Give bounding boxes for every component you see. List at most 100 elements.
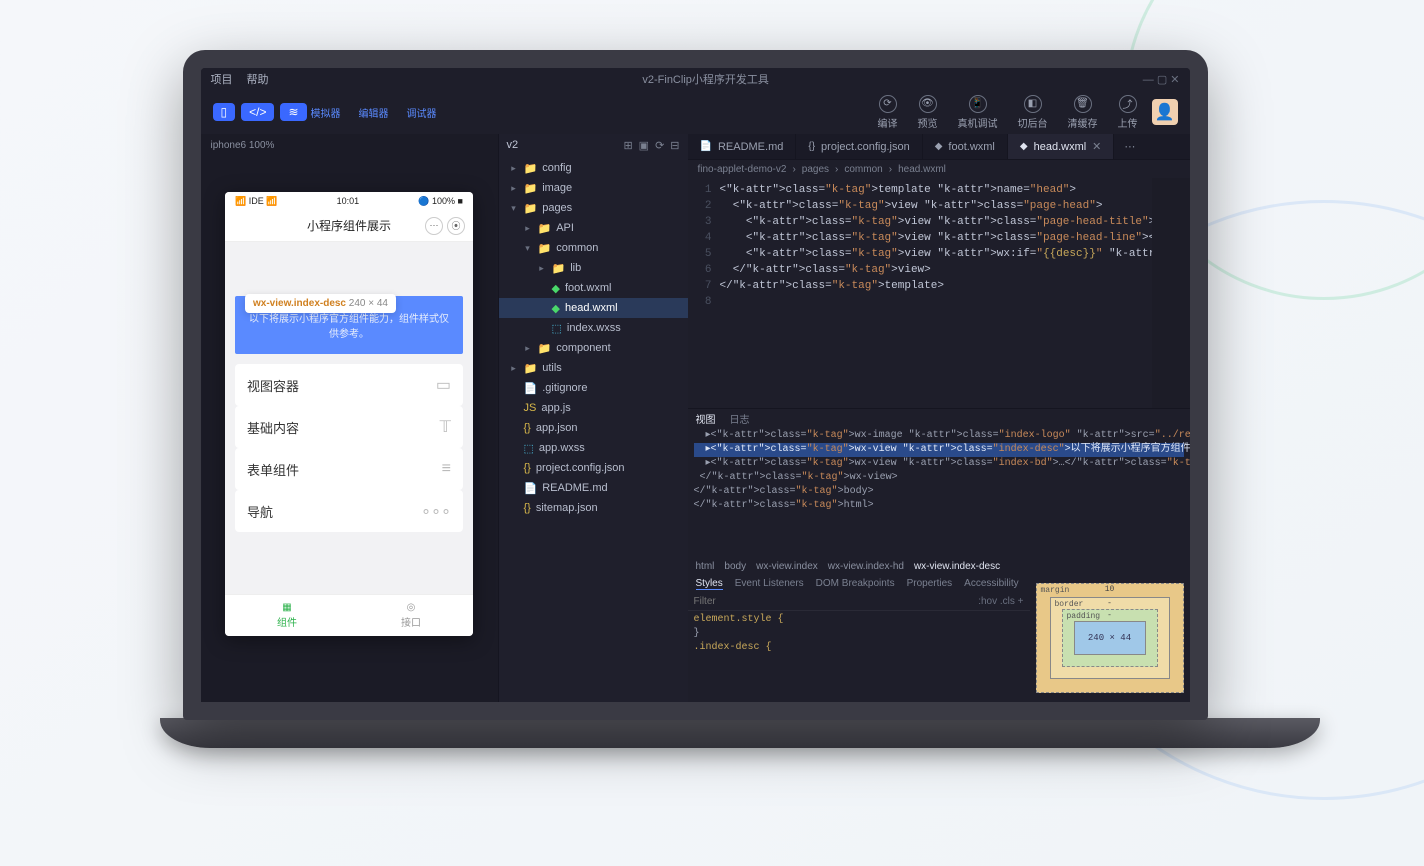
tree-node[interactable]: ▸📁config <box>499 158 688 178</box>
breadcrumb-segment[interactable]: pages <box>802 164 829 175</box>
laptop-screen: 项目 帮助 v2-FinClip小程序开发工具 — ▢ ✕ ▯ </> ≋ 模拟… <box>183 50 1208 720</box>
element-node[interactable]: </"k-attr">class="k-tag">body> <box>694 485 1184 499</box>
laptop-frame: 项目 帮助 v2-FinClip小程序开发工具 — ▢ ✕ ▯ </> ≋ 模拟… <box>160 50 1230 790</box>
code-editor[interactable]: 12345678 <"k-attr">class="k-tag">templat… <box>688 178 1190 408</box>
editor-area: 📄README.md{}project.config.json◆foot.wxm… <box>688 134 1190 702</box>
devtools: 视图 日志 ▸<"k-attr">class="k-tag">wx-image … <box>688 408 1190 702</box>
tree-node[interactable]: {}app.json <box>499 418 688 438</box>
box-model-content: 240 × 44 <box>1074 621 1146 655</box>
devtools-tab-log[interactable]: 日志 <box>730 411 750 426</box>
phone-list-item[interactable]: 视图容器▭ <box>235 364 463 406</box>
window-controls[interactable]: — ▢ ✕ <box>1143 73 1180 86</box>
pill-simulator[interactable]: ▯ <box>213 103 236 121</box>
crumb-segment[interactable]: body <box>724 561 746 572</box>
breadcrumb-segment[interactable]: head.wxml <box>898 164 946 175</box>
action-preview[interactable]: 👁预览 <box>918 95 938 130</box>
tree-node[interactable]: ▸📁lib <box>499 258 688 278</box>
menu-help[interactable]: 帮助 <box>247 71 269 87</box>
add-rule-icon[interactable]: + <box>1018 596 1024 607</box>
tree-node[interactable]: JSapp.js <box>499 398 688 418</box>
menubar: 项目 帮助 v2-FinClip小程序开发工具 — ▢ ✕ <box>201 68 1190 90</box>
cls-toggle[interactable]: .cls <box>1000 596 1015 607</box>
tree-node[interactable]: ▸📁utils <box>499 358 688 378</box>
box-model: margin10 border- padding- 240 × 44 <box>1030 575 1190 702</box>
pill-editor[interactable]: </> <box>241 103 274 121</box>
label-debugger: 调试器 <box>407 105 437 120</box>
tree-node[interactable]: ⬚index.wxss <box>499 318 688 338</box>
devtools-tab-elements[interactable]: 视图 <box>696 411 716 426</box>
phone-tab-components[interactable]: ▦组件 <box>225 595 349 636</box>
styles-subtab[interactable]: Accessibility <box>964 578 1018 589</box>
tabs-overflow-icon[interactable]: ⋯ <box>1114 134 1145 159</box>
pill-debugger[interactable]: ≋ <box>280 103 306 121</box>
phone-list-item[interactable]: 导航∘∘∘ <box>235 490 463 532</box>
elements-breadcrumb[interactable]: html body wx-view.index wx-view.index-hd wx-… <box>688 559 1190 575</box>
styles-subtab[interactable]: Styles <box>696 578 723 590</box>
element-node[interactable]: </"k-attr">class="k-tag">wx-view> <box>694 471 1184 485</box>
styles-panel: Styles Event Listeners DOM Breakpoints Prop… <box>688 575 1030 702</box>
phone-preview: 📶 IDE 📶 10:01 🔵 100% ■ 小程序组件展示 ⋯ ⦿ <box>225 192 473 636</box>
action-upload[interactable]: ⤴上传 <box>1118 95 1138 130</box>
element-node[interactable]: ▸<"k-attr">class="k-tag">wx-view "k-attr… <box>694 457 1184 471</box>
phone-menu-icon[interactable]: ⋯ <box>425 217 443 235</box>
crumb-segment[interactable]: wx-view.index-desc <box>914 561 1000 572</box>
crumb-segment[interactable]: wx-view.index <box>756 561 818 572</box>
breadcrumb: fino-applet-demo-v2›pages›common›head.wx… <box>688 160 1190 178</box>
new-file-icon[interactable]: ⊞ <box>623 139 632 152</box>
editor-tab[interactable]: ◆head.wxml✕ <box>1008 134 1115 159</box>
phone-navbar: 小程序组件展示 ⋯ ⦿ <box>225 210 473 242</box>
window-title: v2-FinClip小程序开发工具 <box>283 71 1129 87</box>
hov-toggle[interactable]: :hov <box>978 596 997 607</box>
ide-window: 项目 帮助 v2-FinClip小程序开发工具 — ▢ ✕ ▯ </> ≋ 模拟… <box>201 68 1190 702</box>
action-bg[interactable]: ◧切后台 <box>1018 95 1048 130</box>
styles-subtab[interactable]: DOM Breakpoints <box>816 578 895 589</box>
element-node[interactable]: </"k-attr">class="k-tag">html> <box>694 499 1184 513</box>
crumb-segment[interactable]: wx-view.index-hd <box>828 561 904 572</box>
tree-node[interactable]: ▸📁image <box>499 178 688 198</box>
tree-node[interactable]: ▸📁component <box>499 338 688 358</box>
tree-node[interactable]: ▾📁common <box>499 238 688 258</box>
collapse-icon[interactable]: ⊟ <box>670 139 679 152</box>
tree-node[interactable]: {}project.config.json <box>499 458 688 478</box>
phone-statusbar: 📶 IDE 📶 10:01 🔵 100% ■ <box>225 192 473 210</box>
file-explorer: v2 ⊞ ▣ ⟳ ⊟ ▸📁config▸📁image▾📁pages▸📁API▾📁… <box>498 134 688 702</box>
editor-tab[interactable]: 📄README.md <box>688 134 797 159</box>
breadcrumb-segment[interactable]: fino-applet-demo-v2 <box>698 164 787 175</box>
tree-node[interactable]: 📄README.md <box>499 478 688 498</box>
minimap[interactable] <box>1152 178 1190 408</box>
avatar[interactable]: 👤 <box>1152 99 1178 125</box>
action-compile[interactable]: ⟳编译 <box>878 95 898 130</box>
refresh-icon[interactable]: ⟳ <box>655 139 664 152</box>
elements-panel[interactable]: ▸<"k-attr">class="k-tag">wx-image "k-att… <box>688 427 1190 558</box>
tree-node[interactable]: {}sitemap.json <box>499 498 688 518</box>
phone-close-icon[interactable]: ⦿ <box>447 217 465 235</box>
styles-subtab[interactable]: Properties <box>907 578 953 589</box>
tree-node[interactable]: ▸📁API <box>499 218 688 238</box>
tree-node[interactable]: ⬚app.wxss <box>499 438 688 458</box>
editor-tabs: 📄README.md{}project.config.json◆foot.wxm… <box>688 134 1190 160</box>
styles-subtab[interactable]: Event Listeners <box>735 578 804 589</box>
simulator-panel: iphone6 100% 📶 IDE 📶 10:01 🔵 100% ■ 小程序组… <box>201 134 498 702</box>
action-remote[interactable]: 📱真机调试 <box>958 95 998 130</box>
inspector-tooltip: wx-view.index-desc 240 × 44 <box>245 294 396 313</box>
element-node[interactable]: ▸<"k-attr">class="k-tag">wx-image "k-att… <box>694 429 1184 443</box>
element-node[interactable]: ▸<"k-attr">class="k-tag">wx-view "k-attr… <box>694 443 1184 457</box>
editor-tab[interactable]: {}project.config.json <box>796 134 922 159</box>
project-root[interactable]: v2 <box>507 139 519 151</box>
css-rules[interactable]: element.style {}.index-desc {</span></di… <box>688 611 1030 702</box>
new-folder-icon[interactable]: ▣ <box>639 139 649 152</box>
menu-project[interactable]: 项目 <box>211 71 233 87</box>
styles-filter-input[interactable] <box>694 596 979 607</box>
action-cache[interactable]: 🗑清缓存 <box>1068 95 1098 130</box>
camera-dot <box>692 57 698 63</box>
breadcrumb-segment[interactable]: common <box>844 164 882 175</box>
tree-node[interactable]: ▾📁pages <box>499 198 688 218</box>
tree-node[interactable]: ◆head.wxml <box>499 298 688 318</box>
tree-node[interactable]: 📄.gitignore <box>499 378 688 398</box>
phone-list-item[interactable]: 基础内容𝕋 <box>235 406 463 448</box>
phone-list-item[interactable]: 表单组件≡ <box>235 448 463 490</box>
tree-node[interactable]: ◆foot.wxml <box>499 278 688 298</box>
phone-tab-api[interactable]: ◎接口 <box>349 595 473 636</box>
crumb-segment[interactable]: html <box>696 561 715 572</box>
editor-tab[interactable]: ◆foot.wxml <box>923 134 1008 159</box>
